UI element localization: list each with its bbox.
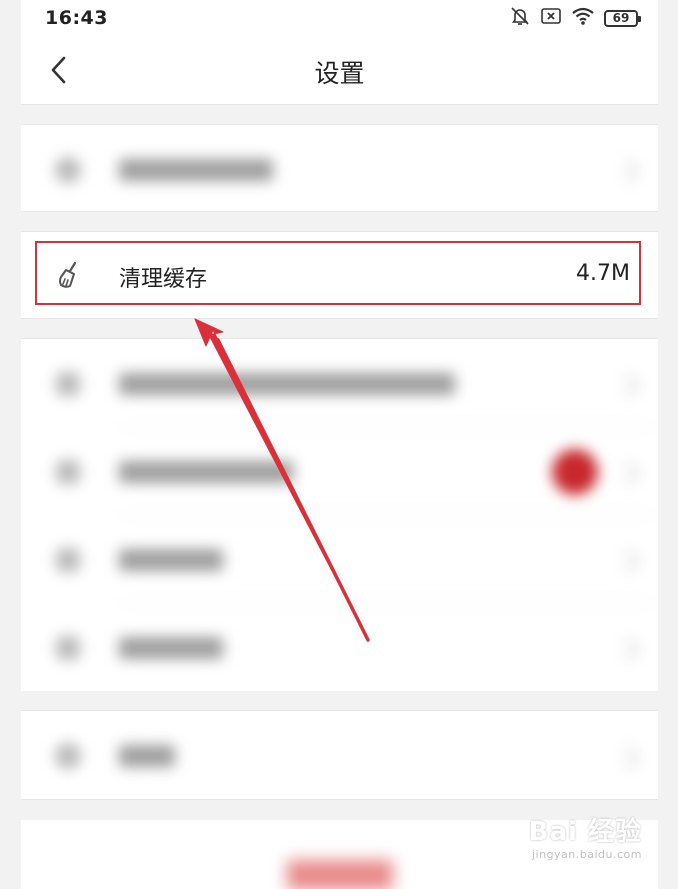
- chevron-right-icon: [615, 549, 640, 574]
- status-time: 16:43: [45, 7, 108, 29]
- broom-icon: [59, 261, 77, 288]
- blurred-icon: [55, 157, 81, 183]
- blurred-row[interactable]: [21, 427, 658, 515]
- chevron-right-icon: [615, 745, 640, 770]
- blurred-icon: [55, 371, 81, 397]
- clear-cache-item[interactable]: 清理缓存 4.7M: [21, 232, 658, 318]
- bell-off-icon: [509, 5, 531, 31]
- blurred-label: [119, 549, 223, 571]
- blurred-row[interactable]: [21, 125, 658, 213]
- blurred-label: [119, 159, 273, 181]
- chevron-right-icon: [615, 461, 640, 486]
- notification-dot: [552, 449, 598, 495]
- blurred-icon: [55, 635, 81, 661]
- blurred-row[interactable]: [21, 711, 658, 799]
- cache-group: 清理缓存 4.7M: [21, 231, 658, 319]
- blurred-label: [119, 461, 293, 483]
- nav-header: 设置: [21, 36, 658, 105]
- blurred-label: [119, 745, 175, 767]
- page-title: 设置: [314, 59, 365, 88]
- chevron-right-icon: [615, 637, 640, 662]
- status-icons: 69: [509, 5, 641, 31]
- clear-cache-label: 清理缓存: [119, 267, 208, 292]
- blurred-icon: [55, 743, 81, 769]
- baidu-watermark: Bai 经验 jingyan.baidu.com: [529, 811, 642, 861]
- chevron-right-icon: [615, 373, 640, 398]
- blurred-action-button[interactable]: [287, 860, 393, 889]
- watermark-url: jingyan.baidu.com: [531, 848, 642, 861]
- blurred-group-3: [21, 710, 658, 800]
- blurred-icon: [55, 459, 81, 485]
- watermark-brand: Bai 经验: [528, 817, 642, 847]
- blurred-row[interactable]: [21, 515, 658, 603]
- wifi-icon: [571, 6, 595, 30]
- settings-page: 16:43 69 设置 清理缓存 4.7M Bai 经验 jingyan.bai…: [0, 0, 678, 889]
- blurred-group-1: [21, 124, 658, 212]
- blurred-label: [119, 373, 455, 395]
- status-bar: 16:43 69: [21, 0, 658, 36]
- battery-icon: 69: [604, 9, 641, 27]
- cache-size-value: 4.7M: [576, 261, 630, 286]
- blurred-icon: [55, 547, 81, 573]
- chevron-right-icon: [615, 159, 640, 184]
- blurred-row[interactable]: [21, 603, 658, 691]
- blurred-row[interactable]: [21, 339, 658, 427]
- blurred-group-2: [21, 338, 658, 691]
- sim-off-icon: [540, 6, 562, 30]
- blurred-label: [119, 637, 223, 659]
